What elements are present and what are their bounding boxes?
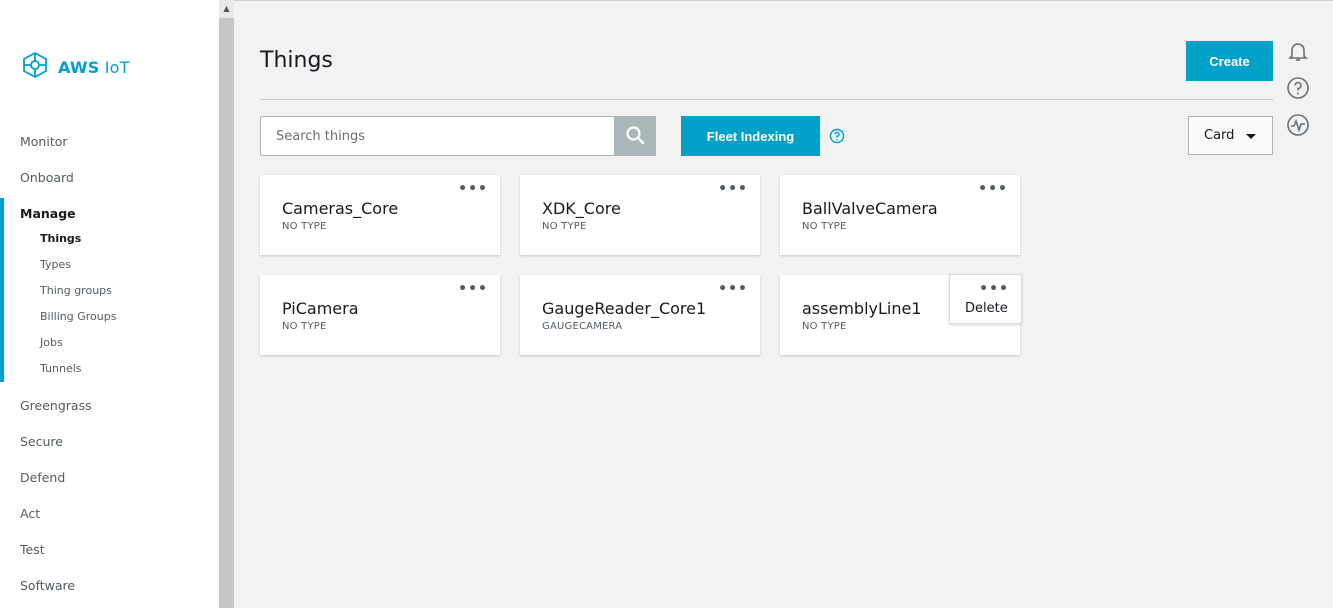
thing-name: BallValveCamera [802, 199, 938, 218]
bell-icon[interactable] [1286, 39, 1310, 63]
thing-name: PiCamera [282, 299, 359, 318]
sidebar-item-manage[interactable]: Manage [20, 206, 76, 221]
delete-menu-item[interactable]: Delete [965, 301, 1008, 316]
thing-type: NO TYPE [802, 221, 847, 232]
page-title: Things [260, 48, 333, 73]
thing-name: Cameras_Core [282, 199, 399, 218]
search-input[interactable] [260, 116, 614, 156]
thing-card[interactable]: ••• BallValveCamera NO TYPE [780, 175, 1020, 255]
thing-type: NO TYPE [282, 221, 327, 232]
card-action-menu: ••• Delete [949, 274, 1022, 324]
sidebar-scrollbar[interactable] [219, 0, 234, 608]
card-menu-icon[interactable]: ••• [458, 281, 488, 297]
view-mode-value: Card [1204, 128, 1235, 143]
thing-type: GAUGECAMERA [542, 321, 623, 332]
thing-card[interactable]: ••• Cameras_Core NO TYPE [260, 175, 500, 255]
sidebar-subitem-things[interactable]: Things [40, 232, 81, 245]
sidebar-item-defend[interactable]: Defend [20, 470, 65, 485]
card-menu-icon[interactable]: ••• [979, 281, 1009, 297]
sidebar-item-secure[interactable]: Secure [20, 434, 63, 449]
sidebar-item-software[interactable]: Software [20, 578, 75, 593]
sidebar-item-test[interactable]: Test [20, 542, 45, 557]
card-menu-icon[interactable]: ••• [458, 181, 488, 197]
thing-name: assemblyLine1 [802, 299, 922, 318]
activity-icon[interactable] [1286, 113, 1310, 137]
sidebar-item-greengrass[interactable]: Greengrass [20, 398, 92, 413]
thing-name: XDK_Core [542, 199, 621, 218]
sidebar-subitem-thing-groups[interactable]: Thing groups [40, 284, 112, 297]
fleet-indexing-help-icon[interactable] [829, 128, 845, 144]
card-menu-icon[interactable]: ••• [718, 181, 748, 197]
sidebar-item-monitor[interactable]: Monitor [20, 134, 68, 149]
thing-card[interactable]: ••• PiCamera NO TYPE [260, 275, 500, 355]
search-icon [625, 125, 645, 148]
thing-type: NO TYPE [542, 221, 587, 232]
view-mode-select[interactable]: Card [1188, 116, 1273, 155]
card-menu-icon[interactable]: ••• [718, 281, 748, 297]
thing-type: NO TYPE [282, 321, 327, 332]
sidebar-item-act[interactable]: Act [20, 506, 40, 521]
sidebar-subitem-billing-groups[interactable]: Billing Groups [40, 310, 116, 323]
thing-type: NO TYPE [802, 321, 847, 332]
help-icon[interactable] [1286, 76, 1310, 100]
sidebar-item-onboard[interactable]: Onboard [20, 170, 74, 185]
brand-name: AWS IoT [58, 57, 130, 77]
manage-active-indicator [0, 198, 4, 382]
title-divider [260, 99, 1273, 100]
sidebar-subitem-tunnels[interactable]: Tunnels [40, 362, 82, 375]
card-menu-icon[interactable]: ••• [978, 181, 1008, 197]
aws-iot-logo-icon [20, 50, 50, 84]
sidebar-subitem-types[interactable]: Types [40, 258, 71, 271]
create-button[interactable]: Create [1186, 41, 1273, 81]
search-bar [260, 116, 656, 156]
thing-name: GaugeReader_Core1 [542, 299, 707, 318]
scroll-up-icon[interactable]: ▲ [219, 0, 234, 18]
aws-iot-logo[interactable]: AWS IoT [20, 50, 130, 84]
fleet-indexing-button[interactable]: Fleet Indexing [681, 116, 820, 156]
top-divider [234, 0, 1333, 1]
sidebar-subitem-jobs[interactable]: Jobs [40, 336, 63, 349]
search-button[interactable] [614, 116, 656, 156]
thing-card[interactable]: ••• XDK_Core NO TYPE [520, 175, 760, 255]
thing-card[interactable]: ••• GaugeReader_Core1 GAUGECAMERA [520, 275, 760, 355]
sidebar: AWS IoT Monitor Onboard Manage Things Ty… [0, 0, 219, 608]
chevron-down-icon [1246, 134, 1256, 139]
